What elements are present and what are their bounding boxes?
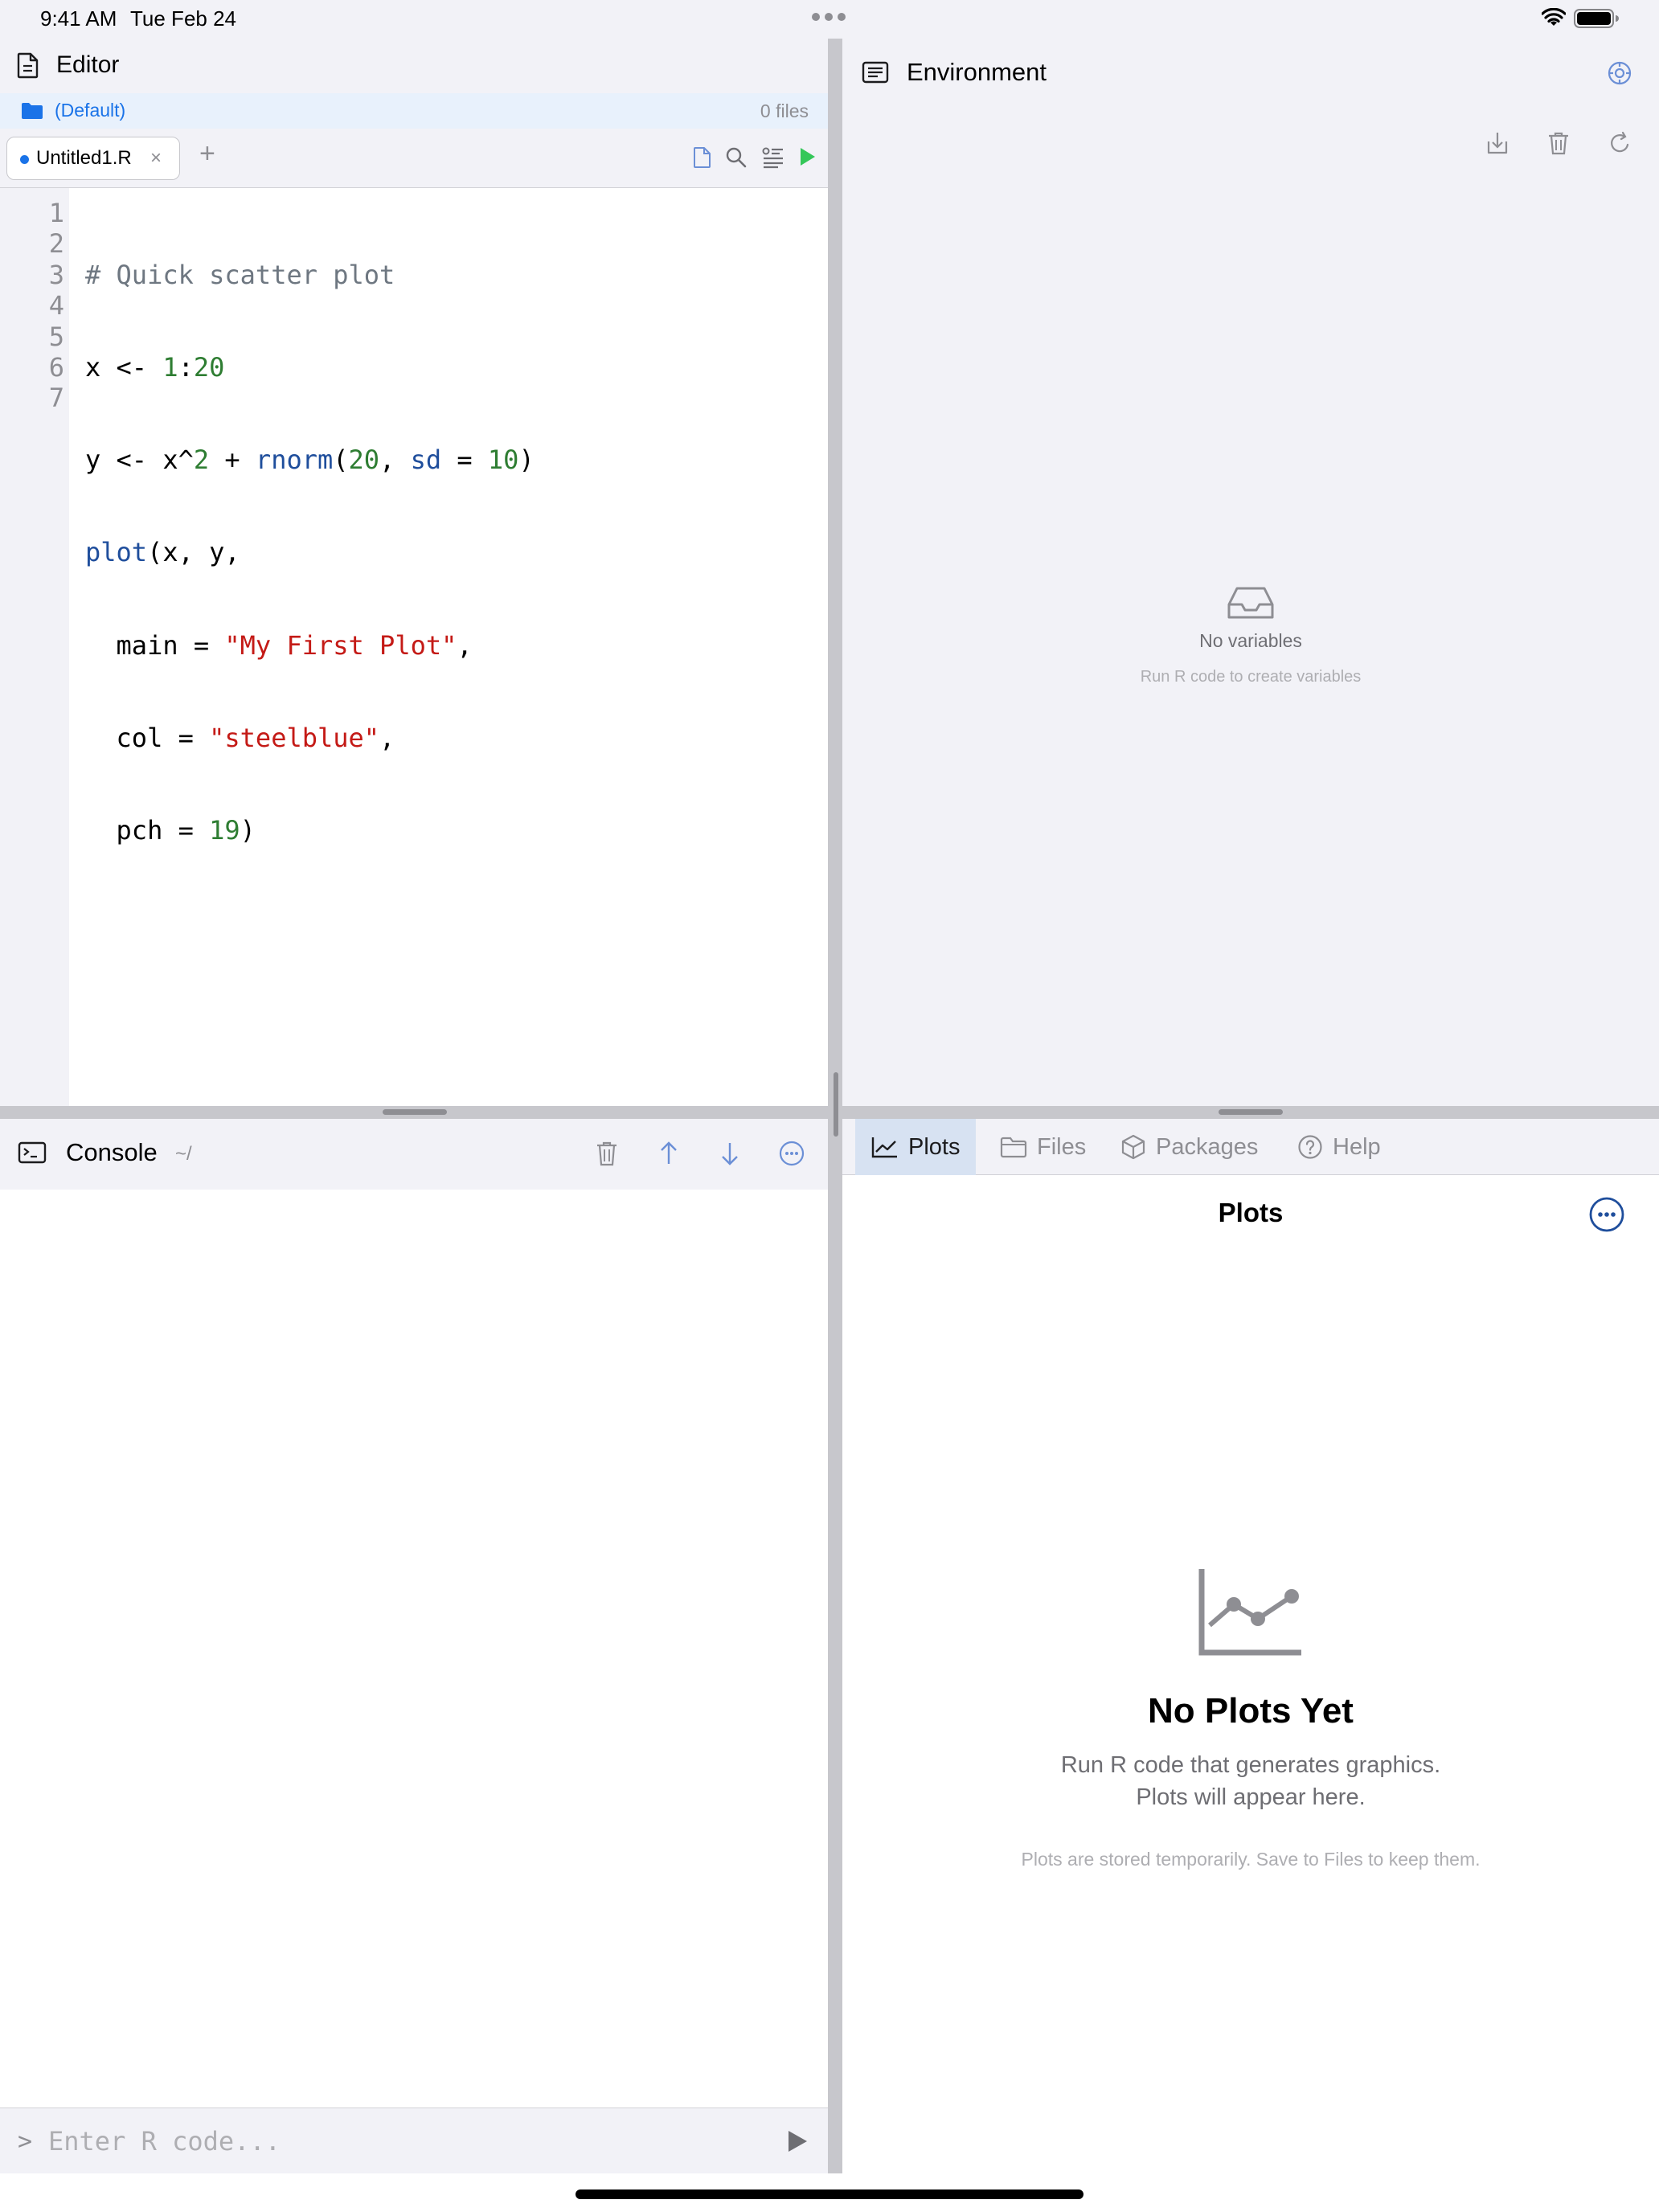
tab-close-button[interactable]: × bbox=[150, 147, 162, 170]
tab-label: Help bbox=[1333, 1133, 1381, 1160]
plots-tab-bar: Plots Files Packages Help bbox=[842, 1119, 1659, 1175]
home-indicator[interactable] bbox=[576, 2189, 1083, 2199]
line-number: 7 bbox=[48, 383, 64, 414]
empty-line: Plots will appear here. bbox=[1136, 1784, 1366, 1810]
left-split-handle[interactable] bbox=[383, 1109, 447, 1115]
multitasking-handle[interactable] bbox=[812, 13, 846, 21]
code-line[interactable]: x <- 1:20 bbox=[85, 352, 535, 383]
tab-label: Plots bbox=[908, 1133, 961, 1160]
code-editor[interactable]: 1 2 3 4 5 6 7 # Quick scatter plot x <- … bbox=[0, 188, 828, 1106]
help-icon bbox=[1297, 1134, 1323, 1160]
plots-pane: Plots Files Packages Help Plots No Plots… bbox=[842, 1119, 1659, 2173]
code-text[interactable]: # Quick scatter plot x <- 1:20 y <- x^2 … bbox=[85, 198, 535, 907]
new-tab-button[interactable]: + bbox=[199, 138, 215, 170]
empty-title: No Plots Yet bbox=[1148, 1691, 1354, 1731]
tab-label: Packages bbox=[1156, 1133, 1259, 1160]
console-header: Console ~/ bbox=[0, 1119, 828, 1190]
code-line[interactable]: pch = 19) bbox=[85, 815, 535, 846]
wifi-icon bbox=[1542, 8, 1566, 29]
tab-files[interactable]: Files bbox=[984, 1119, 1102, 1175]
tab-label: Untitled1.R bbox=[36, 147, 132, 169]
new-file-icon[interactable] bbox=[693, 146, 712, 169]
line-number: 6 bbox=[48, 352, 64, 383]
line-number: 1 bbox=[48, 198, 64, 228]
tray-icon bbox=[1227, 585, 1274, 621]
line-number-gutter: 1 2 3 4 5 6 7 bbox=[0, 188, 69, 1106]
line-number: 4 bbox=[48, 290, 64, 322]
arrow-up-icon[interactable] bbox=[657, 1140, 680, 1167]
line-number: 3 bbox=[48, 259, 64, 290]
play-icon[interactable] bbox=[786, 2129, 809, 2153]
unsaved-dot bbox=[20, 155, 29, 164]
status-bar: 9:41 AM Tue Feb 24 bbox=[0, 0, 1659, 39]
folder-icon bbox=[1000, 1136, 1027, 1158]
editor-title: Editor bbox=[56, 51, 120, 78]
arrow-down-icon[interactable] bbox=[719, 1140, 741, 1167]
plots-empty-state: No Plots Yet Run R code that generates g… bbox=[842, 1567, 1659, 1870]
console-pane: Console ~/ > bbox=[0, 1119, 828, 2173]
plots-title: Plots bbox=[1218, 1198, 1284, 1227]
document-icon bbox=[16, 51, 40, 79]
empty-line: Run R code that generates graphics. bbox=[1060, 1752, 1441, 1778]
line-number: 5 bbox=[48, 321, 64, 352]
tab-untitled1[interactable]: Untitled1.R × bbox=[6, 137, 180, 180]
code-line[interactable]: # Quick scatter plot bbox=[85, 260, 535, 290]
console-title: Console bbox=[66, 1138, 158, 1166]
environment-pane: Environment No variables Run R code to c… bbox=[842, 39, 1659, 1106]
import-icon[interactable] bbox=[1485, 130, 1509, 156]
code-line[interactable]: plot(x, y, bbox=[85, 537, 535, 567]
empty-note: Plots are stored temporarily. Save to Fi… bbox=[1021, 1849, 1481, 1870]
tab-help[interactable]: Help bbox=[1281, 1119, 1397, 1175]
tab-packages[interactable]: Packages bbox=[1104, 1119, 1274, 1175]
console-prompt: > bbox=[18, 2128, 33, 2156]
console-output[interactable] bbox=[0, 1190, 828, 2108]
empty-subtitle: Run R code to create variables bbox=[1140, 668, 1362, 686]
status-time: 9:41 AM bbox=[40, 6, 117, 31]
more-icon[interactable] bbox=[1588, 1196, 1625, 1233]
working-directory: ~/ bbox=[175, 1143, 192, 1165]
battery-icon bbox=[1574, 8, 1619, 29]
project-name[interactable]: (Default) bbox=[55, 100, 125, 121]
status-date: Tue Feb 24 bbox=[130, 6, 237, 31]
tab-label: Files bbox=[1037, 1133, 1087, 1160]
refresh-icon[interactable] bbox=[1608, 130, 1632, 156]
line-number: 2 bbox=[48, 228, 64, 260]
line-numbers: 1 2 3 4 5 6 7 bbox=[0, 198, 64, 414]
code-line[interactable]: main = "My First Plot", bbox=[85, 630, 535, 661]
chart-line-icon bbox=[871, 1136, 899, 1158]
search-icon[interactable] bbox=[725, 146, 748, 169]
project-file-count: 0 files bbox=[760, 100, 809, 121]
environment-empty-state: No variables Run R code to create variab… bbox=[842, 585, 1659, 686]
code-line[interactable]: col = "steelblue", bbox=[85, 723, 535, 753]
list-icon bbox=[862, 61, 889, 84]
folder-icon bbox=[21, 102, 43, 120]
empty-subtitle: Run R code that generates graphics. Plot… bbox=[842, 1749, 1659, 1813]
environment-title: Environment bbox=[907, 58, 1047, 86]
right-split-handle[interactable] bbox=[1219, 1109, 1283, 1115]
tab-plots[interactable]: Plots bbox=[855, 1119, 977, 1175]
code-line[interactable]: y <- x^2 + rnorm(20, sd = 10) bbox=[85, 444, 535, 475]
empty-title: No variables bbox=[1199, 630, 1302, 651]
gear-icon[interactable] bbox=[1606, 59, 1633, 87]
environment-header: Environment bbox=[842, 39, 1659, 109]
editor-tab-bar: Untitled1.R × + bbox=[0, 129, 828, 188]
more-icon[interactable] bbox=[778, 1140, 805, 1167]
editor-pane: Editor (Default) 0 files Untitled1.R × + bbox=[0, 39, 828, 1106]
run-icon[interactable] bbox=[799, 146, 817, 167]
trash-icon[interactable] bbox=[595, 1140, 619, 1167]
console-input-bar: > bbox=[0, 2108, 828, 2173]
trash-icon[interactable] bbox=[1546, 130, 1571, 156]
chart-icon bbox=[1198, 1567, 1303, 1657]
editor-header: Editor bbox=[0, 39, 828, 93]
project-bar[interactable]: (Default) 0 files bbox=[0, 93, 828, 129]
vertical-split-handle[interactable] bbox=[834, 1072, 838, 1137]
console-input[interactable] bbox=[48, 2121, 739, 2161]
outline-icon[interactable] bbox=[762, 146, 784, 169]
terminal-icon bbox=[18, 1141, 47, 1164]
package-icon bbox=[1120, 1134, 1146, 1160]
